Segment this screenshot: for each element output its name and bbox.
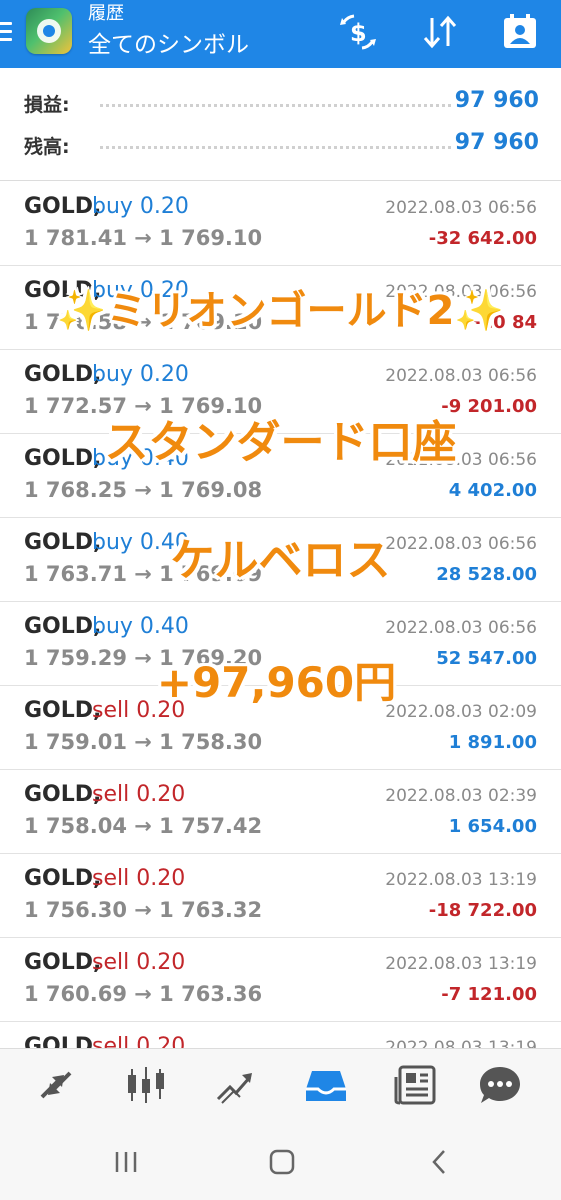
trade-profit: -18 722.00: [428, 900, 537, 921]
trade-profit: -32 642.00: [428, 228, 537, 249]
trade-symbol: GOLD,: [24, 950, 102, 975]
profit-row: 損益: 97 960: [0, 82, 561, 122]
balance-value: 97 960: [454, 130, 539, 155]
trade-side: buy 0.20: [92, 362, 189, 387]
trade-row[interactable]: GOLD, buy 0.20 1 781.41 → 1 769.10 2022.08.…: [0, 182, 561, 266]
sparkle-icon: ✨: [56, 288, 107, 334]
trade-side: sell 0.20: [92, 866, 186, 891]
trade-prices: 1 760.69 → 1 763.36: [24, 982, 263, 1006]
trade-time: 2022.08.03 06:56: [385, 366, 537, 386]
trade-side: buy 0.40: [92, 614, 189, 639]
trade-time: 2022.08.03 02:39: [385, 786, 537, 806]
metatrader-logo-icon: [26, 8, 72, 54]
menu-icon[interactable]: [0, 22, 12, 42]
trade-profit: -9 201.00: [441, 396, 537, 417]
trade-side: buy 0.20: [92, 194, 189, 219]
news-icon[interactable]: [392, 1063, 440, 1107]
back-icon[interactable]: [418, 1140, 462, 1184]
calendar-user-icon[interactable]: [498, 12, 542, 52]
dotted-leader: [100, 104, 451, 107]
chart-candles-icon[interactable]: [122, 1063, 170, 1107]
sort-icon[interactable]: [418, 12, 462, 52]
trade-prices: 1 759.01 → 1 758.30: [24, 730, 263, 754]
app-header: 履歴 全てのシンボル $: [0, 0, 561, 68]
trade-prices: 1 781.41 → 1 769.10: [24, 226, 263, 250]
trade-prices: 1 768.25 → 1 769.08: [24, 478, 263, 502]
balance-row: 残高: 97 960: [0, 124, 561, 164]
trade-profit: 1 891.00: [448, 732, 537, 753]
trade-prices: 1 772.57 → 1 769.10: [24, 394, 263, 418]
trade-row[interactable]: GOLD, sell 0.20 1 758.04 → 1 757.42 2022.08…: [0, 770, 561, 854]
trade-time: 2022.08.03 13:19: [385, 954, 537, 974]
home-icon[interactable]: [260, 1140, 304, 1184]
trade-row[interactable]: GOLD, sell 0.20 1 760.69 → 1 763.36 2022.08…: [0, 938, 561, 1022]
chat-icon[interactable]: [476, 1063, 524, 1107]
trade-symbol: GOLD,: [24, 782, 102, 807]
profit-label: 損益:: [24, 94, 70, 116]
symbol-filter[interactable]: 全てのシンボル: [88, 30, 249, 60]
overlay-line-2: スタンダード口座: [104, 417, 457, 468]
trade-row[interactable]: GOLD, sell 0.20 1 756.30 → 1 763.32 2022.08…: [0, 854, 561, 938]
balance-label: 残高:: [24, 136, 70, 158]
trade-profit: -7 121.00: [441, 984, 537, 1005]
trade-side: sell 0.20: [92, 782, 186, 807]
trade-prices: 1 758.04 → 1 757.42: [24, 814, 263, 838]
trade-side: sell 0.20: [92, 950, 186, 975]
history-inbox-icon[interactable]: [302, 1063, 350, 1107]
overlay-line-1: ✨ミリオンゴールド2✨: [0, 286, 561, 336]
system-nav-bar: [0, 1118, 561, 1200]
recent-apps-icon[interactable]: [104, 1140, 148, 1184]
trade-profit: 1 654.00: [448, 816, 537, 837]
trade-symbol: GOLD,: [24, 362, 102, 387]
bottom-nav: [0, 1048, 561, 1119]
profit-value: 97 960: [454, 88, 539, 113]
sparkle-icon: ✨: [454, 288, 505, 334]
page-title: 履歴: [88, 3, 124, 24]
dotted-leader: [100, 146, 451, 149]
currency-exchange-icon[interactable]: $: [336, 12, 380, 52]
overlay-line-3: ケルベロス: [170, 535, 391, 586]
trade-symbol: GOLD,: [24, 194, 102, 219]
overlay-title: ミリオンゴールド2: [106, 288, 455, 334]
divider: [0, 180, 561, 181]
quotes-icon[interactable]: [32, 1063, 80, 1107]
trade-time: 2022.08.03 13:19: [385, 870, 537, 890]
trade-symbol: GOLD,: [24, 614, 102, 639]
trade-time: 2022.08.03 06:56: [385, 618, 537, 638]
trade-time: 2022.08.03 06:56: [385, 198, 537, 218]
trade-prices: 1 756.30 → 1 763.32: [24, 898, 263, 922]
svg-text:$: $: [350, 19, 367, 47]
trade-symbol: GOLD,: [24, 866, 102, 891]
trade-icon[interactable]: [212, 1063, 260, 1107]
trade-profit: 4 402.00: [448, 480, 537, 501]
overlay-line-4: +97,960円: [156, 658, 397, 707]
